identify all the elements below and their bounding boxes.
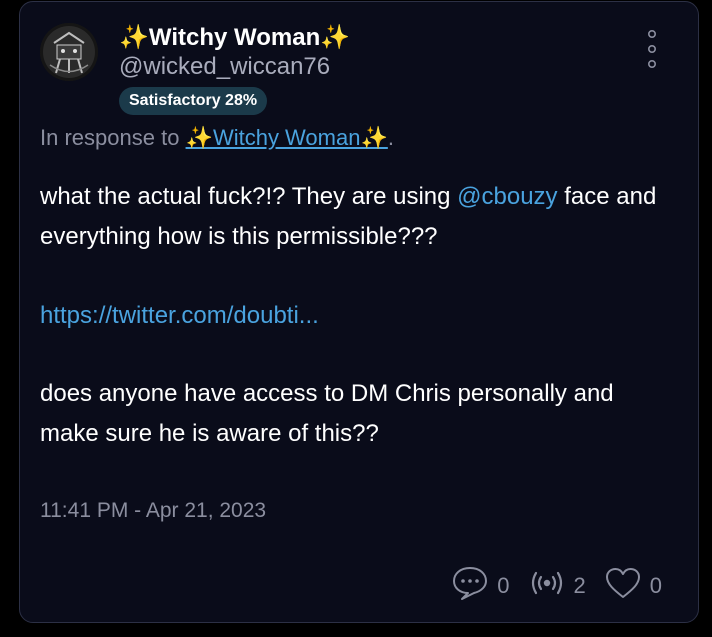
post-text-1-before: what the actual fuck?!? They are using: [40, 183, 458, 210]
author-display-name[interactable]: ✨Witchy Woman✨: [119, 23, 350, 53]
in-response-line: In response to ✨Witchy Woman✨.: [40, 123, 394, 153]
reply-button[interactable]: 0: [451, 565, 510, 607]
author-handle[interactable]: @wicked_wiccan76: [119, 52, 330, 82]
reply-count: 0: [497, 573, 510, 598]
satisfaction-badge: Satisfactory 28%: [119, 87, 268, 115]
post-text-paragraph-1: what the actual fuck?!? They are using @…: [40, 177, 670, 257]
post-link-paragraph: https://twitter.com/doubti...: [40, 296, 670, 336]
mention-link[interactable]: @cbouzy: [457, 183, 557, 210]
in-response-prefix: In response to: [40, 125, 186, 150]
in-response-link[interactable]: ✨Witchy Woman✨: [186, 125, 388, 150]
post-card: ✨Witchy Woman✨ @wicked_wiccan76 Satisfac…: [19, 1, 699, 623]
in-response-suffix: .: [387, 125, 394, 150]
vertical-ellipsis-icon[interactable]: [646, 28, 658, 70]
avatar[interactable]: [40, 23, 98, 81]
broadcast-count: 2: [573, 573, 586, 598]
chat-bubble-icon: [451, 565, 489, 607]
action-bar: 0 2 0: [433, 565, 662, 607]
like-button[interactable]: 0: [604, 566, 662, 606]
like-count: 0: [649, 573, 662, 598]
broadcast-icon: [528, 568, 566, 604]
heart-icon: [604, 566, 642, 606]
post-text-paragraph-2: does anyone have access to DM Chris pers…: [40, 380, 614, 447]
post-timestamp[interactable]: 11:41 PM - Apr 21, 2023: [40, 496, 266, 526]
broadcast-button[interactable]: 2: [528, 568, 586, 604]
post-url-link[interactable]: https://twitter.com/doubti...: [40, 302, 319, 329]
